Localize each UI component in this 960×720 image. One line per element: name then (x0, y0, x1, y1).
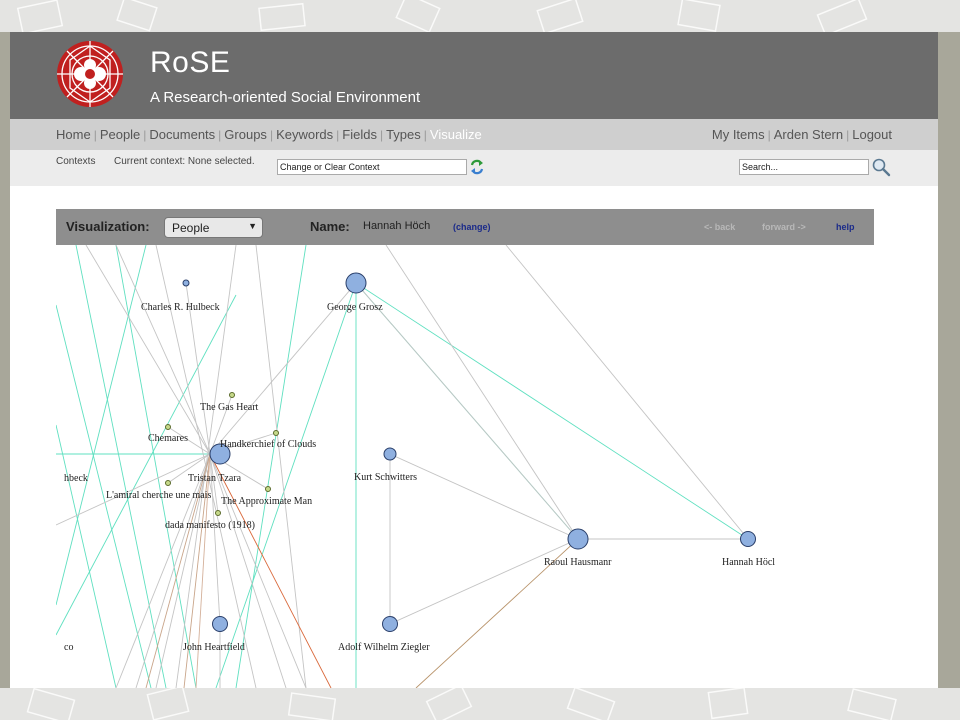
visualization-type-select[interactable]: People ▼ (164, 217, 263, 238)
node-label: Adolf Wilhelm Ziegler (338, 642, 430, 653)
rose-logo[interactable] (54, 38, 126, 110)
nav-fields[interactable]: Fields (342, 127, 377, 142)
node-approximate-man[interactable] (265, 486, 271, 492)
site-header: RoSE A Research-oriented Social Environm… (10, 32, 938, 119)
current-context-text: Current context: None selected. (114, 156, 255, 167)
node-raoul-hausmann[interactable] (567, 528, 589, 550)
node-label: Charles R. Hulbeck (141, 302, 220, 313)
left-frame-band (0, 32, 10, 688)
node-john-heartfield[interactable] (212, 616, 228, 632)
search-icon[interactable] (871, 157, 891, 177)
node-lamiral[interactable] (165, 480, 171, 486)
nav-people[interactable]: People (100, 127, 140, 142)
search-input[interactable] (739, 159, 869, 175)
nav-home[interactable]: Home (56, 127, 91, 142)
node-label: Kurt Schwitters (354, 472, 417, 483)
node-the-gas-heart[interactable] (229, 392, 235, 398)
visualization-type-value: People (172, 221, 210, 235)
browser-page: RoSE A Research-oriented Social Environm… (10, 32, 938, 688)
node-label: L'amiral cherche une mais (106, 490, 211, 501)
nav-logout[interactable]: Logout (852, 127, 892, 142)
name-value: Hannah Höch (363, 220, 431, 232)
contexts-label[interactable]: Contexts (56, 156, 95, 167)
back-link[interactable]: <- back (704, 222, 735, 232)
node-charles-hulbeck[interactable] (182, 279, 190, 287)
nav-separator: | (379, 128, 384, 142)
nav-right-group: My Items | Arden Stern | Logout (712, 127, 892, 142)
nav-separator: | (423, 128, 427, 142)
name-label: Name: (310, 219, 350, 234)
refresh-icon[interactable] (469, 158, 485, 176)
node-label: Tristan Tzara (188, 473, 242, 484)
nav-user-name[interactable]: Arden Stern (774, 127, 843, 142)
help-link[interactable]: help (836, 222, 855, 232)
forward-link[interactable]: forward -> (762, 222, 806, 232)
nav-my-items[interactable]: My Items (712, 127, 765, 142)
node-chemares[interactable] (165, 424, 171, 430)
site-subtitle: A Research-oriented Social Environment (150, 89, 421, 106)
node-label: Raoul Hausmanr (544, 557, 612, 568)
nav-left-group: Home | People | Documents | Groups | Keywords | Fi… (56, 127, 482, 142)
node-label: Handkerchief of Clouds (220, 439, 316, 450)
node-hannah-hoch[interactable] (740, 531, 756, 547)
node-kurt-schwitters[interactable] (383, 447, 397, 461)
nav-separator: | (767, 128, 771, 142)
nav-separator: | (336, 128, 340, 142)
site-title: RoSE (150, 46, 231, 79)
node-label: The Approximate Man (221, 496, 312, 507)
node-label: Hannah Höcl (722, 557, 775, 568)
node-label: John Heartfield (183, 642, 245, 653)
node-handkerchief-of-clouds[interactable] (273, 430, 279, 436)
nav-groups[interactable]: Groups (224, 127, 267, 142)
node-label: dada manifesto (1918) (165, 520, 255, 531)
nav-documents[interactable]: Documents (149, 127, 215, 142)
nav-separator: | (93, 128, 97, 142)
node-label: Chemares (148, 433, 188, 444)
nav-keywords[interactable]: Keywords (276, 127, 333, 142)
node-adolf-ziegler[interactable] (382, 616, 398, 632)
context-bar: Contexts Current context: None selected. (10, 150, 938, 186)
nav-types[interactable]: Types (386, 127, 421, 142)
node-label: co (64, 642, 73, 653)
context-input[interactable] (277, 159, 467, 175)
node-george-grosz[interactable] (345, 272, 367, 294)
main-nav: Home | People | Documents | Groups | Keywords | Fi… (10, 119, 938, 150)
graph-labels: Charles R. Hulbeck George Grosz The Gas … (64, 302, 775, 653)
right-frame-band (938, 32, 960, 688)
node-label: George Grosz (327, 302, 383, 313)
nav-separator: | (269, 128, 274, 142)
node-dada-manifesto[interactable] (215, 510, 221, 516)
nav-separator: | (143, 128, 147, 142)
nav-visualize[interactable]: Visualize (430, 127, 482, 142)
change-name-link[interactable]: (change) (453, 222, 491, 232)
nav-separator: | (218, 128, 222, 142)
visualization-toolbar: Visualization: People ▼ Name: Hannah Höc… (56, 209, 874, 245)
visualization-label: Visualization: (66, 219, 150, 234)
node-label: hbeck (64, 473, 88, 484)
nav-separator: | (846, 128, 850, 142)
dropdown-arrow-icon: ▼ (248, 221, 257, 231)
node-label: The Gas Heart (200, 402, 259, 413)
network-graph[interactable]: Charles R. Hulbeck George Grosz The Gas … (56, 245, 886, 688)
